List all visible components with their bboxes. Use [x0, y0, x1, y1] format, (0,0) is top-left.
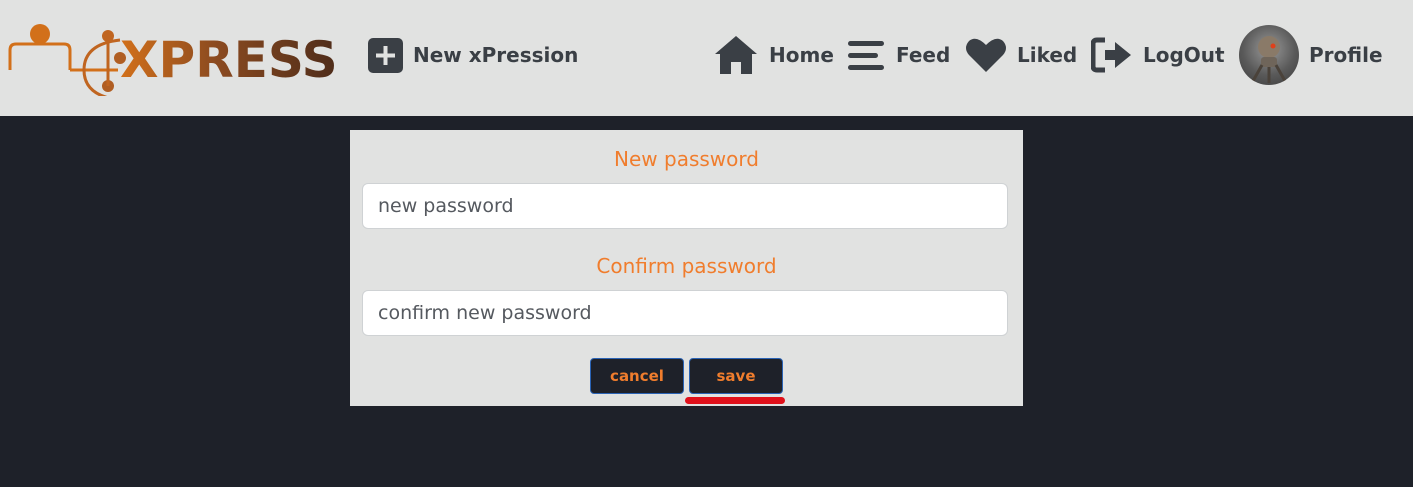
confirm-password-label: Confirm password [596, 254, 777, 278]
save-highlight-underline [685, 397, 785, 404]
logo-mark-icon [8, 24, 126, 102]
save-button[interactable]: save [689, 358, 783, 394]
home-icon [715, 36, 757, 74]
logout-icon [1091, 37, 1131, 73]
xpress-logo[interactable]: XPRESS [8, 20, 338, 102]
new-password-field[interactable] [362, 183, 1008, 229]
change-password-form: New password Confirm password cancel sav… [350, 130, 1023, 406]
plus-square-icon [368, 37, 403, 73]
new-password-label: New password [614, 147, 759, 171]
new-xpression-label: New xPression [413, 43, 579, 67]
robot-avatar-icon [1251, 36, 1287, 83]
logo-text: XPRESS [120, 31, 338, 89]
nav-feed[interactable]: Feed [846, 30, 950, 80]
avatar [1239, 25, 1299, 85]
nav-home-label: Home [769, 43, 834, 67]
cancel-button[interactable]: cancel [590, 358, 684, 394]
bars-icon [848, 41, 884, 70]
nav-profile[interactable]: Profile [1239, 25, 1383, 85]
confirm-password-field[interactable] [362, 290, 1008, 336]
top-navbar: XPRESS New xPression Home Feed Liked Log… [0, 0, 1413, 116]
nav-liked-label: Liked [1017, 43, 1078, 67]
nav-logout[interactable]: LogOut [1091, 30, 1225, 80]
nav-home[interactable]: Home [713, 30, 834, 80]
nav-profile-label: Profile [1309, 43, 1383, 67]
new-xpression-button[interactable]: New xPression [368, 30, 578, 80]
heart-icon [966, 38, 1006, 72]
nav-logout-label: LogOut [1143, 43, 1225, 67]
nav-feed-label: Feed [896, 43, 951, 67]
nav-liked[interactable]: Liked [965, 30, 1077, 80]
